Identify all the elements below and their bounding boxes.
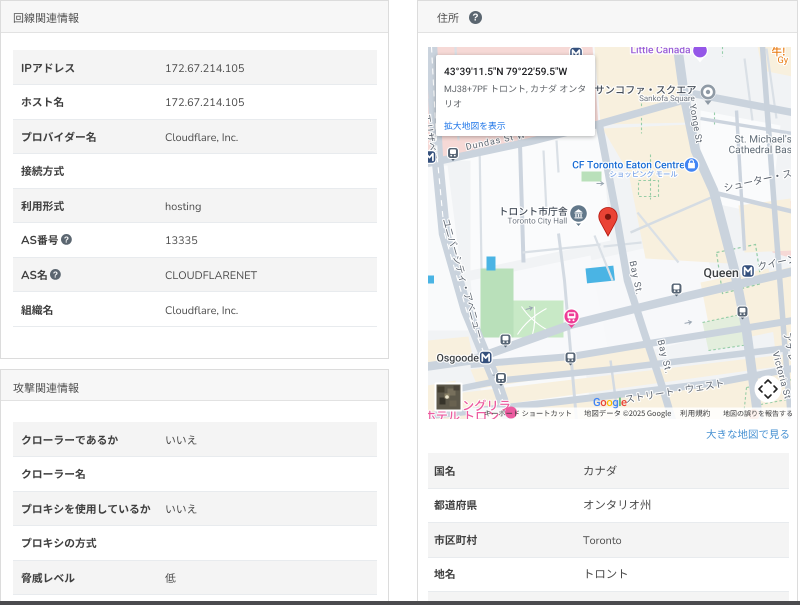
svg-text:?: ? <box>472 12 478 23</box>
svg-text:?: ? <box>64 235 69 245</box>
svg-text:?: ? <box>53 270 58 280</box>
